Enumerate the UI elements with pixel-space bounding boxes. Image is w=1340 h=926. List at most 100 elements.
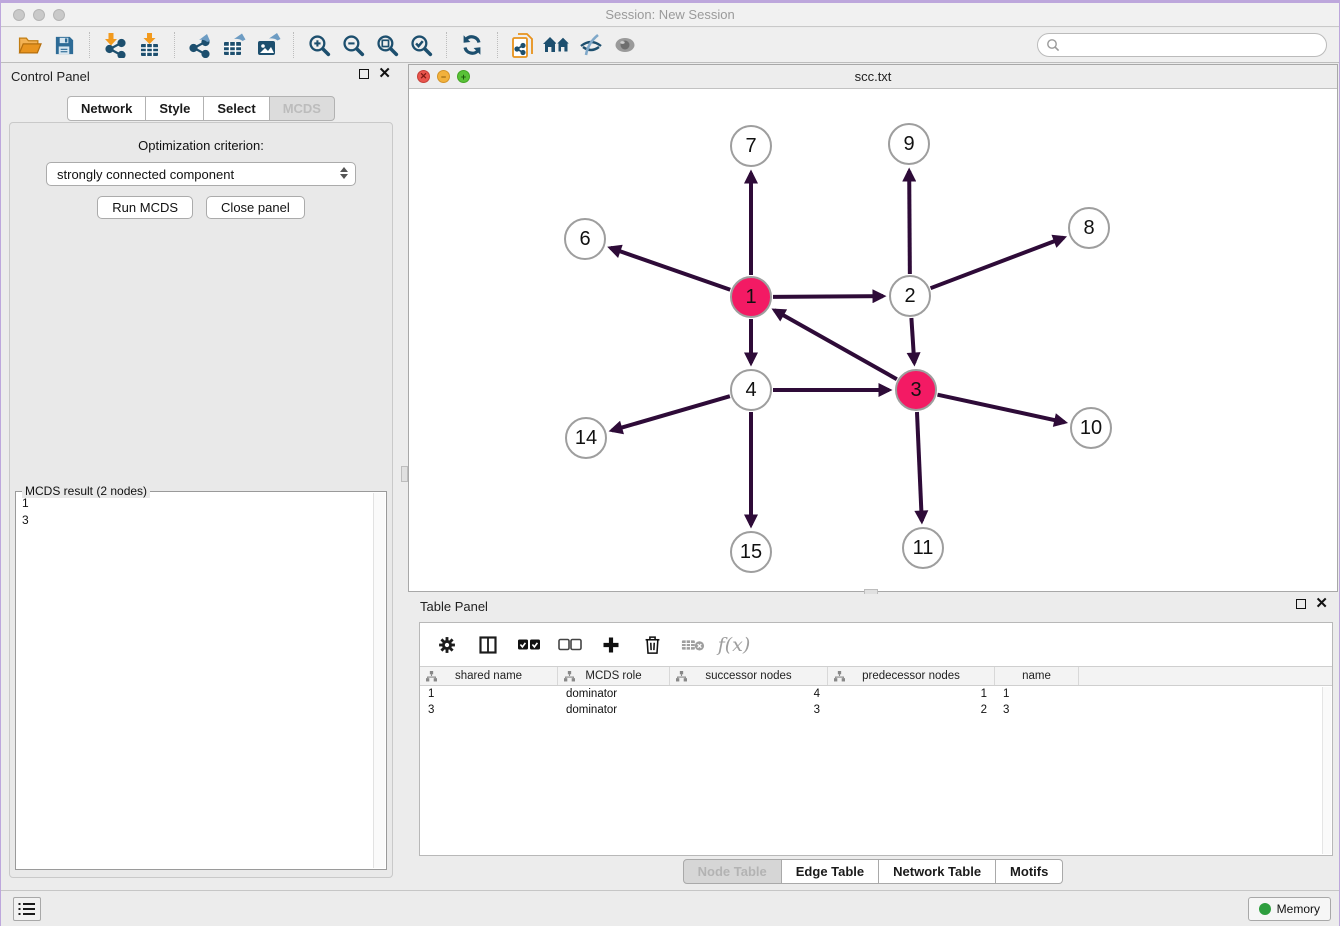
- edge-3-10[interactable]: [937, 395, 1064, 423]
- task-history-button[interactable]: [13, 897, 41, 921]
- tab-node-table[interactable]: Node Table: [683, 859, 782, 884]
- graph-node-8[interactable]: 8: [1068, 207, 1110, 249]
- column-header-mcds-role[interactable]: MCDS role: [558, 667, 670, 685]
- tab-style[interactable]: Style: [146, 96, 204, 121]
- result-scrollbar[interactable]: [373, 493, 385, 868]
- edge-2-9[interactable]: [909, 171, 910, 274]
- delete-column-button[interactable]: [639, 632, 665, 658]
- zoom-in-button[interactable]: [302, 30, 336, 60]
- graph-node-15[interactable]: 15: [730, 531, 772, 573]
- graph-node-10[interactable]: 10: [1070, 407, 1112, 449]
- open-session-button[interactable]: [13, 30, 47, 60]
- graph-node-3[interactable]: 3: [895, 369, 937, 411]
- tree-column-icon: [564, 671, 575, 682]
- create-column-button[interactable]: [598, 632, 624, 658]
- show-column-panel-button[interactable]: [475, 632, 501, 658]
- graph-node-14[interactable]: 14: [565, 417, 607, 459]
- tree-column-icon: [426, 671, 437, 682]
- table-cell[interactable]: 3: [995, 704, 1079, 716]
- network-close-button[interactable]: ✕: [417, 70, 430, 83]
- export-network-button[interactable]: [183, 30, 217, 60]
- edge-2-8[interactable]: [931, 238, 1064, 289]
- zoom-fit-button[interactable]: [370, 30, 404, 60]
- column-header-successor-nodes[interactable]: successor nodes: [670, 667, 828, 685]
- table-cell[interactable]: 4: [670, 688, 828, 700]
- edge-4-14[interactable]: [612, 396, 730, 430]
- column-header-shared-name[interactable]: shared name: [420, 667, 558, 685]
- deselect-all-columns-button[interactable]: [557, 632, 583, 658]
- fx-icon: f(x): [718, 634, 751, 656]
- network-maximize-button[interactable]: +: [457, 70, 470, 83]
- graph-node-9[interactable]: 9: [888, 123, 930, 165]
- graph-node-2[interactable]: 2: [889, 275, 931, 317]
- zoom-selected-icon: [409, 33, 434, 58]
- tab-motifs[interactable]: Motifs: [996, 859, 1063, 884]
- splitter-grip[interactable]: [401, 466, 408, 482]
- minimize-window-button[interactable]: [33, 9, 45, 21]
- panel-splitter[interactable]: [401, 64, 408, 890]
- export-table-button[interactable]: [217, 30, 251, 60]
- hide-selected-button[interactable]: [574, 30, 608, 60]
- network-canvas[interactable]: 7 9 6 8 1 2 4 3 14 10 15 11: [409, 90, 1337, 591]
- tab-network-table[interactable]: Network Table: [879, 859, 996, 884]
- import-table-button[interactable]: [132, 30, 166, 60]
- search-input[interactable]: [1065, 38, 1326, 52]
- zoom-selected-button[interactable]: [404, 30, 438, 60]
- table-cell[interactable]: dominator: [558, 704, 670, 716]
- table-settings-button[interactable]: [434, 632, 460, 658]
- run-mcds-button[interactable]: Run MCDS: [97, 196, 193, 219]
- table-scrollbar[interactable]: [1322, 687, 1331, 854]
- close-table-panel-icon[interactable]: ✕: [1315, 599, 1328, 609]
- tab-edge-table[interactable]: Edge Table: [782, 859, 879, 884]
- table-row[interactable]: 3dominator323: [420, 702, 1332, 718]
- graph-node-4[interactable]: 4: [730, 369, 772, 411]
- show-all-button[interactable]: [608, 30, 642, 60]
- graph-node-11[interactable]: 11: [902, 527, 944, 569]
- graph-node-1[interactable]: 1: [730, 276, 772, 318]
- table-row[interactable]: 1dominator411: [420, 686, 1332, 702]
- table-cell[interactable]: 1: [995, 688, 1079, 700]
- memory-button[interactable]: Memory: [1248, 897, 1331, 921]
- export-image-button[interactable]: [251, 30, 285, 60]
- close-panel-button[interactable]: Close panel: [206, 196, 305, 219]
- search-field[interactable]: [1037, 33, 1327, 57]
- float-panel-icon[interactable]: [359, 69, 369, 79]
- table-cell[interactable]: 3: [420, 704, 558, 716]
- close-window-button[interactable]: [13, 9, 25, 21]
- edge-1-6[interactable]: [610, 248, 730, 290]
- trash-icon: [643, 634, 662, 655]
- network-window-titlebar[interactable]: ✕ − + scc.txt: [409, 65, 1337, 89]
- zoom-fit-icon: [375, 33, 400, 58]
- table-cell[interactable]: 1: [420, 688, 558, 700]
- optimization-criterion-select[interactable]: strongly connected component: [46, 162, 356, 186]
- edge-1-2[interactable]: [773, 296, 883, 297]
- graph-node-7[interactable]: 7: [730, 125, 772, 167]
- window-titlebar: Session: New Session: [1, 3, 1339, 27]
- tab-mcds[interactable]: MCDS: [270, 96, 335, 121]
- table-cell[interactable]: 2: [828, 704, 995, 716]
- edge-3-11[interactable]: [917, 412, 922, 521]
- first-neighbors-button[interactable]: [540, 30, 574, 60]
- edge-2-3[interactable]: [911, 318, 914, 363]
- zoom-out-button[interactable]: [336, 30, 370, 60]
- tab-select[interactable]: Select: [204, 96, 269, 121]
- mcds-result-list[interactable]: 13: [16, 495, 372, 869]
- save-session-button[interactable]: [47, 30, 81, 60]
- graph-node-6[interactable]: 6: [564, 218, 606, 260]
- column-header-predecessor-nodes[interactable]: predecessor nodes: [828, 667, 995, 685]
- zoom-window-button[interactable]: [53, 9, 65, 21]
- network-minimize-button[interactable]: −: [437, 70, 450, 83]
- table-cell[interactable]: 3: [670, 704, 828, 716]
- table-cell[interactable]: dominator: [558, 688, 670, 700]
- table-toolbar: f(x): [420, 623, 1332, 666]
- refresh-button[interactable]: [455, 30, 489, 60]
- table-cell[interactable]: 1: [828, 688, 995, 700]
- close-panel-icon[interactable]: ✕: [378, 69, 391, 79]
- edge-3-1[interactable]: [775, 310, 897, 379]
- import-network-button[interactable]: [98, 30, 132, 60]
- float-table-panel-icon[interactable]: [1296, 599, 1306, 609]
- column-header-name[interactable]: name: [995, 667, 1079, 685]
- select-all-columns-button[interactable]: [516, 632, 542, 658]
- tab-network[interactable]: Network: [67, 96, 146, 121]
- clone-network-button[interactable]: [506, 30, 540, 60]
